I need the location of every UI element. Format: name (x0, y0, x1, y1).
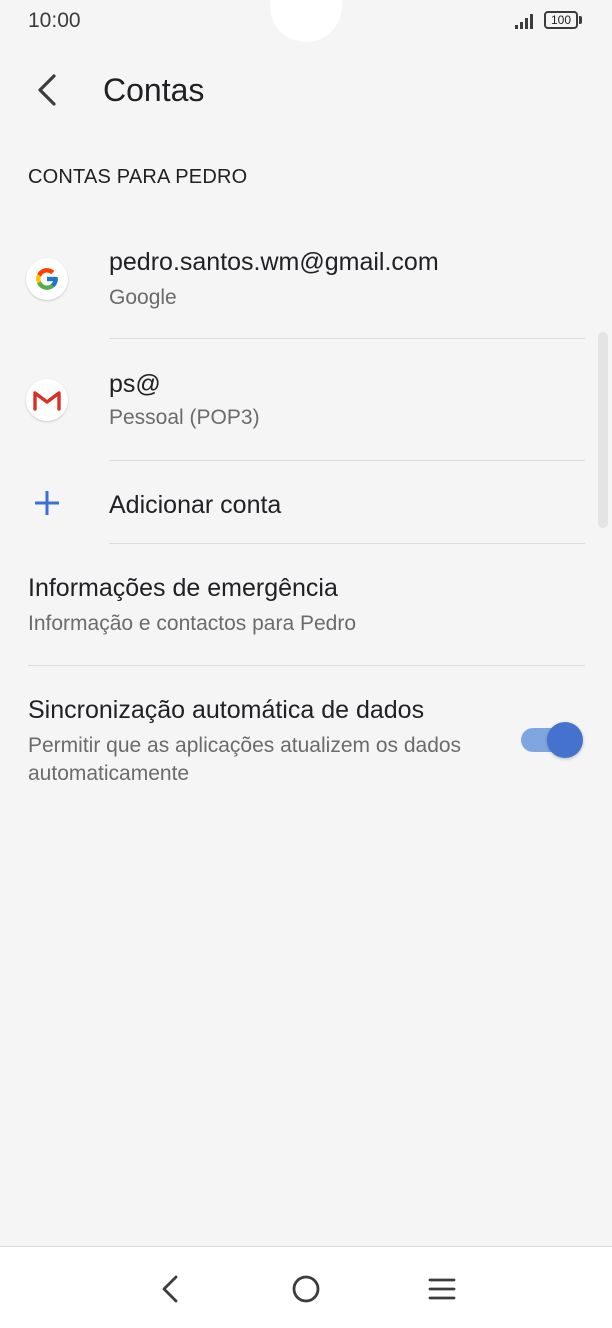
google-logo (36, 268, 58, 290)
emergency-info-subtitle: Informação e contactos para Pedro (28, 612, 357, 635)
back-arrow-icon (38, 74, 56, 106)
status-time: 10:00 (28, 9, 81, 32)
signal-icon (515, 14, 533, 29)
section-header: CONTAS PARA PEDRO (28, 166, 248, 188)
auto-sync-subtitle: Permitir que as aplicações atualizem os … (28, 734, 462, 785)
account-row-google[interactable]: pedro.santos.wm@gmail.com Google (0, 236, 612, 336)
emergency-info-title: Informações de emergência (28, 574, 338, 602)
google-icon (26, 258, 68, 300)
auto-sync-title: Sincronização automática de dados (28, 696, 425, 724)
battery-tip (579, 16, 582, 24)
auto-sync-toggle[interactable] (519, 722, 583, 758)
emergency-info-item[interactable]: Informações de emergência Informação e c… (0, 556, 612, 662)
divider (28, 665, 585, 666)
divider (109, 338, 585, 339)
gmail-icon (26, 379, 68, 421)
account-email: ps@ (109, 370, 161, 398)
account-type: Google (109, 286, 177, 309)
battery-level: 100 (550, 13, 572, 27)
gmail-logo (33, 391, 61, 411)
account-type: Pessoal (POP3) (109, 406, 260, 429)
add-account-button[interactable]: Adicionar conta (0, 470, 612, 542)
page-title: Contas (103, 72, 205, 108)
add-account-label: Adicionar conta (109, 491, 282, 519)
toggle-thumb (547, 722, 583, 758)
nav-home-icon[interactable] (286, 1269, 326, 1309)
nav-back-icon[interactable] (150, 1269, 190, 1309)
divider (109, 460, 585, 461)
status-bar: 10:00 100 (0, 0, 612, 44)
nav-menu-icon[interactable] (422, 1269, 462, 1309)
account-row-pop3[interactable]: ps@ Pessoal (POP3) (0, 358, 612, 458)
accounts-screen: 10:00 100 Contas CONTAS PARA PEDRO pedro… (0, 0, 612, 1328)
back-button[interactable] (22, 66, 70, 114)
navigation-bar (0, 1246, 612, 1328)
divider (109, 543, 585, 544)
scrollbar[interactable] (598, 332, 608, 528)
account-email: pedro.santos.wm@gmail.com (109, 248, 439, 276)
plus-icon (35, 491, 59, 515)
battery-icon: 100 (544, 11, 578, 29)
camera-notch (270, 0, 342, 42)
